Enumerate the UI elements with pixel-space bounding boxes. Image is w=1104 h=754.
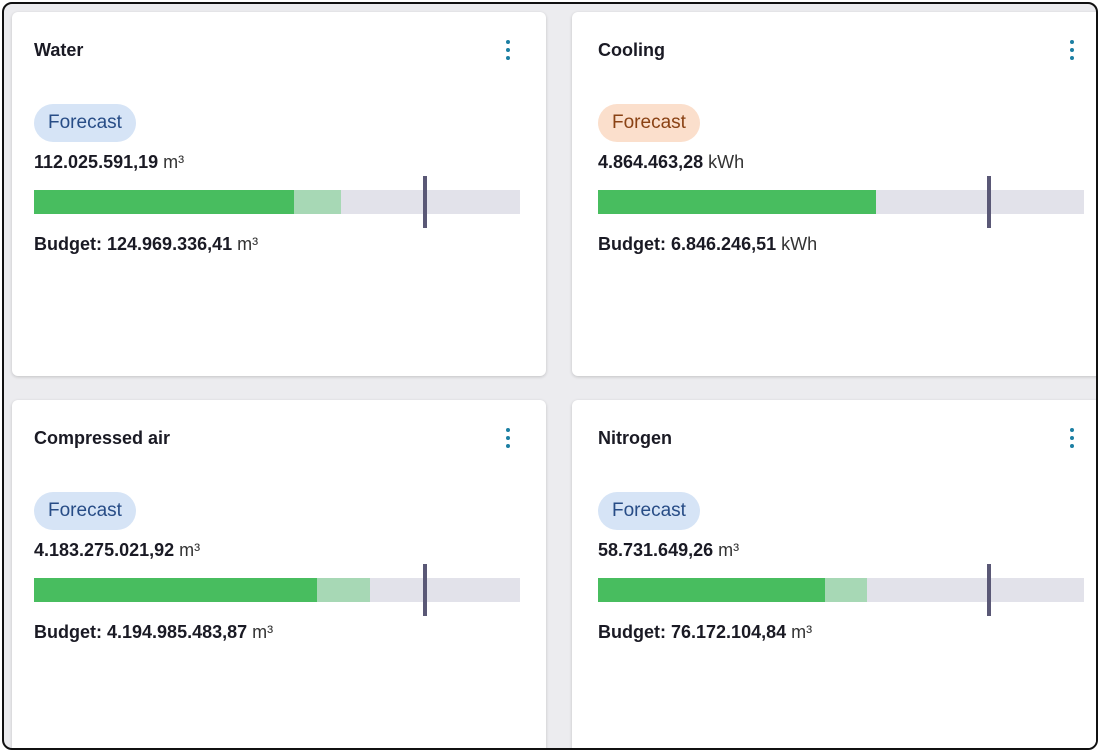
card-title: Cooling (598, 40, 665, 60)
value-unit: kWh (708, 152, 745, 172)
budget-label: Budget: (598, 622, 666, 642)
forecast-value: 58.731.649,26 m³ (598, 540, 739, 561)
more-vertical-icon[interactable] (502, 424, 514, 452)
value-number: 4.183.275.021,92 (34, 540, 175, 560)
budget-label: Budget: (598, 234, 666, 254)
budget-unit: m³ (791, 622, 813, 642)
forecast-badge: Forecast (34, 104, 136, 142)
forecast-badge: Forecast (598, 492, 700, 530)
card-water: Water Forecast 112.025.591,19 m³ Budget:… (12, 12, 546, 376)
consumption-bar (34, 564, 520, 616)
card-cooling: Cooling Forecast 4.864.463,28 kWh Budget… (572, 12, 1096, 376)
more-vertical-icon[interactable] (1066, 36, 1078, 64)
forecast-badge: Forecast (598, 104, 700, 142)
budget-unit: m³ (252, 622, 274, 642)
consumption-bar (34, 176, 520, 228)
budget-value: 76.172.104,84 (671, 622, 787, 642)
value-unit: m³ (179, 540, 201, 560)
more-vertical-icon[interactable] (1066, 424, 1078, 452)
value-number: 58.731.649,26 (598, 540, 714, 560)
forecast-value: 4.183.275.021,92 m³ (34, 540, 200, 561)
forecast-value: 4.864.463,28 kWh (598, 152, 744, 173)
budget-label: Budget: (34, 234, 102, 254)
value-unit: m³ (718, 540, 740, 560)
budget-unit: kWh (781, 234, 818, 254)
forecast-badge: Forecast (34, 492, 136, 530)
actual-segment (34, 190, 295, 214)
budget-unit: m³ (237, 234, 259, 254)
actual-segment (598, 190, 876, 214)
value-number: 4.864.463,28 (598, 152, 704, 172)
budget-value: 6.846.246,51 (671, 234, 777, 254)
dashboard-frame: Water Forecast 112.025.591,19 m³ Budget:… (2, 2, 1098, 750)
forecast-value: 112.025.591,19 m³ (34, 152, 184, 173)
budget-marker (423, 176, 428, 228)
value-number: 112.025.591,19 (34, 152, 159, 172)
budget-marker (987, 176, 992, 228)
actual-segment (34, 578, 318, 602)
budget-value: 4.194.985.483,87 (107, 622, 248, 642)
budget-marker (423, 564, 428, 616)
card-title: Compressed air (34, 428, 171, 448)
value-unit: m³ (163, 152, 185, 172)
budget-label: Budget: (34, 622, 102, 642)
more-vertical-icon[interactable] (502, 36, 514, 64)
budget-marker (987, 564, 992, 616)
consumption-bar (598, 176, 1084, 228)
card-compressed-air: Compressed air Forecast 4.183.275.021,92… (12, 400, 546, 748)
budget-line: Budget: 4.194.985.483,87 m³ (34, 622, 273, 643)
consumption-bar (598, 564, 1084, 616)
budget-line: Budget: 76.172.104,84 m³ (598, 622, 812, 643)
card-nitrogen: Nitrogen Forecast 58.731.649,26 m³ Budge… (572, 400, 1096, 748)
budget-value: 124.969.336,41 (107, 234, 233, 254)
budget-line: Budget: 6.846.246,51 kWh (598, 234, 817, 255)
card-title: Water (34, 40, 84, 60)
card-title: Nitrogen (598, 428, 672, 448)
budget-line: Budget: 124.969.336,41 m³ (34, 234, 258, 255)
actual-segment (598, 578, 826, 602)
